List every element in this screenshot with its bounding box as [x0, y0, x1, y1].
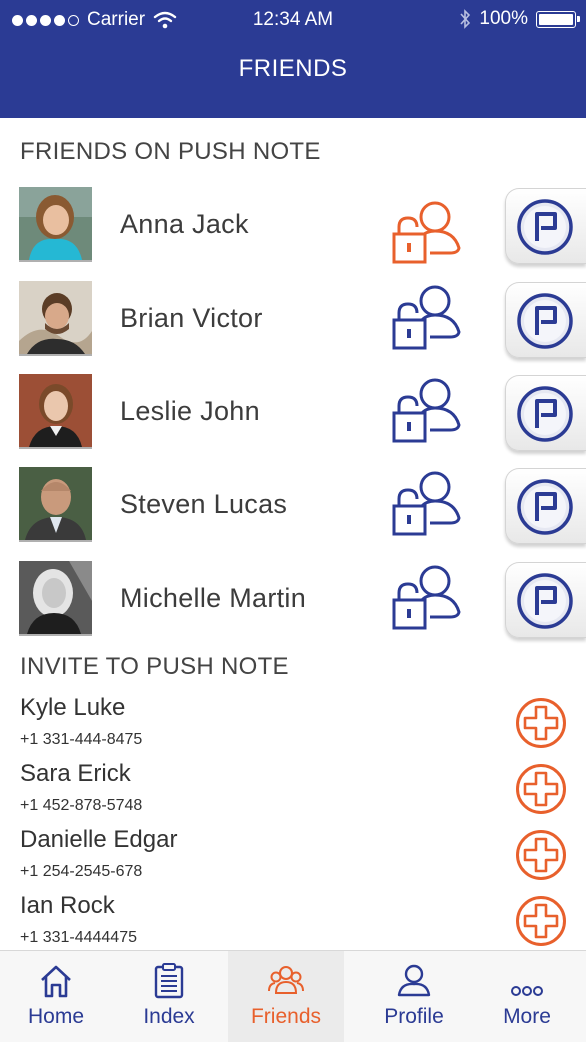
friends-icon [268, 966, 304, 994]
avatar [19, 281, 92, 356]
contact-name: Kyle Luke [20, 694, 126, 721]
contact-phone: +1 254-2545-678 [20, 863, 143, 880]
tab-friends[interactable]: Friends [228, 951, 344, 1042]
invite-row: Sara Erick +1 452-878-5748 [0, 760, 586, 826]
avatar [19, 561, 92, 636]
friends-section-title: FRIENDS ON PUSH NOTE [20, 138, 321, 165]
battery-percent: 100% [479, 8, 528, 29]
friend-name: Brian Victor [120, 303, 263, 333]
invite-section-title: INVITE TO PUSH NOTE [20, 653, 289, 680]
battery-icon [536, 10, 580, 28]
friend-name: Steven Lucas [120, 489, 288, 519]
lock-user-icon[interactable] [388, 467, 466, 547]
page-title: FRIENDS [238, 55, 348, 82]
tab-bar: Home Index Friends Profile More [0, 950, 586, 1042]
invite-row: Ian Rock +1 331-4444475 [0, 892, 586, 958]
contact-phone: +1 452-878-5748 [20, 797, 143, 814]
lock-user-icon[interactable] [388, 561, 466, 641]
friend-row[interactable]: Leslie John [0, 374, 586, 454]
avatar [19, 187, 92, 262]
bluetooth-icon [460, 9, 471, 29]
tab-home[interactable]: Home [0, 951, 112, 1042]
invite-row: Danielle Edgar +1 254-2545-678 [0, 826, 586, 892]
index-icon [154, 963, 184, 999]
tab-label: Profile [384, 1005, 444, 1028]
contact-name: Sara Erick [20, 760, 131, 787]
tab-more[interactable]: More [471, 951, 583, 1042]
avatar [19, 467, 92, 542]
contact-name: Ian Rock [20, 892, 115, 919]
invite-add-button[interactable] [515, 697, 567, 749]
friend-name: Anna Jack [120, 209, 249, 239]
tab-label: Home [27, 1005, 85, 1028]
home-icon [41, 965, 71, 998]
status-right-group: 100% [459, 8, 580, 30]
tab-index[interactable]: Index [113, 951, 225, 1042]
push-note-icon [517, 479, 573, 535]
profile-icon [397, 964, 431, 997]
invite-row: Kyle Luke +1 331-444-8475 [0, 694, 586, 760]
friend-row[interactable]: Brian Victor [0, 281, 586, 361]
contact-phone: +1 331-4444475 [20, 929, 137, 946]
lock-user-icon[interactable] [388, 281, 466, 361]
push-note-button[interactable] [505, 188, 586, 264]
lock-user-icon[interactable] [388, 187, 466, 267]
tab-label: More [503, 1005, 551, 1028]
push-note-button[interactable] [505, 282, 586, 358]
push-note-button[interactable] [505, 375, 586, 451]
contact-name: Danielle Edgar [20, 826, 178, 853]
friend-name: Michelle Martin [120, 583, 307, 613]
friend-row[interactable]: Steven Lucas [0, 467, 586, 547]
lock-user-icon[interactable] [388, 374, 466, 454]
push-note-button[interactable] [505, 562, 586, 638]
push-note-icon [517, 386, 573, 442]
push-note-icon [517, 573, 573, 629]
friend-row[interactable]: Michelle Martin [0, 561, 586, 641]
tab-profile[interactable]: Profile [358, 951, 470, 1042]
push-note-icon [517, 293, 573, 349]
status-bar: Carrier 12:34 AM 100% [0, 0, 586, 40]
invite-add-button[interactable] [515, 763, 567, 815]
tab-label: Friends [250, 1005, 322, 1028]
invite-add-button[interactable] [515, 895, 567, 947]
avatar [19, 374, 92, 449]
friend-row[interactable]: Anna Jack [0, 187, 586, 267]
tab-label: Index [143, 1005, 195, 1028]
nav-header: Carrier 12:34 AM 100% FRIENDS [0, 0, 586, 118]
push-note-icon [517, 199, 573, 255]
more-icon [511, 986, 543, 996]
friend-name: Leslie John [120, 396, 260, 426]
contact-phone: +1 331-444-8475 [20, 731, 143, 748]
invite-add-button[interactable] [515, 829, 567, 881]
push-note-button[interactable] [505, 468, 586, 544]
